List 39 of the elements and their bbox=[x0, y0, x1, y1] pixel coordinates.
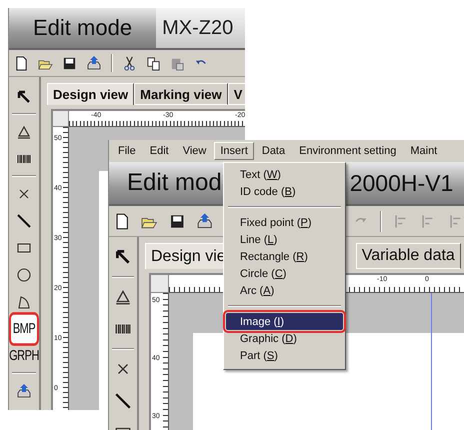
menu-bar-item[interactable]: Environment setting bbox=[293, 142, 402, 160]
view-tab[interactable]: V bbox=[228, 83, 245, 105]
scissors-icon[interactable] bbox=[122, 56, 137, 70]
menu-bar-item[interactable]: Data bbox=[256, 142, 292, 160]
tray-arrow-icon[interactable] bbox=[86, 55, 102, 71]
new-file-icon[interactable] bbox=[114, 212, 130, 230]
menu-item[interactable]: Image (I) bbox=[226, 313, 343, 330]
tray-arrow-icon[interactable] bbox=[196, 212, 214, 230]
tray-arrow-icon[interactable] bbox=[16, 382, 32, 398]
menu-item[interactable]: Fixed point (P) bbox=[226, 214, 343, 231]
pointer-arrow-icon[interactable] bbox=[114, 248, 132, 266]
view-tab[interactable]: Variable data bbox=[356, 243, 461, 269]
menu-item[interactable]: Arc (A) bbox=[226, 282, 343, 299]
line-icon[interactable] bbox=[114, 392, 132, 410]
menu-item[interactable]: Part (S) bbox=[226, 347, 343, 364]
menu-item[interactable]: Graphic (D) bbox=[226, 330, 343, 347]
line-icon[interactable] bbox=[16, 212, 32, 228]
arc-icon[interactable] bbox=[16, 294, 32, 310]
menu-item[interactable]: ID code (B) bbox=[226, 183, 343, 200]
letter-a-icon[interactable] bbox=[114, 288, 132, 306]
menu-bar-item[interactable]: Insert bbox=[214, 142, 254, 160]
text-tool-button[interactable]: BMP bbox=[10, 314, 38, 343]
menu-bar-item[interactable]: Edit bbox=[144, 142, 175, 160]
menu-bar-item[interactable]: File bbox=[112, 142, 142, 160]
menu-bar-item[interactable]: View bbox=[176, 142, 212, 160]
copy-icon[interactable] bbox=[146, 56, 161, 70]
circle-icon[interactable] bbox=[16, 266, 32, 282]
model-name: MX-Z20 bbox=[156, 8, 245, 48]
view-tab[interactable]: Marking view bbox=[134, 83, 228, 105]
text-tool-button[interactable]: GRPH bbox=[9, 341, 41, 370]
model-name: 2000H-V1 bbox=[350, 170, 454, 196]
window-title: Edit mode bbox=[32, 15, 132, 41]
menu-item[interactable]: Text (W) bbox=[226, 166, 343, 183]
view-tab[interactable]: Design view bbox=[47, 83, 134, 105]
pointer-arrow-icon[interactable] bbox=[16, 88, 32, 104]
window-title: Edit mod bbox=[126, 169, 222, 197]
letter-a-icon[interactable] bbox=[16, 124, 32, 140]
menu-bar-item[interactable]: Maint bbox=[404, 142, 444, 160]
new-file-icon[interactable] bbox=[14, 56, 29, 70]
